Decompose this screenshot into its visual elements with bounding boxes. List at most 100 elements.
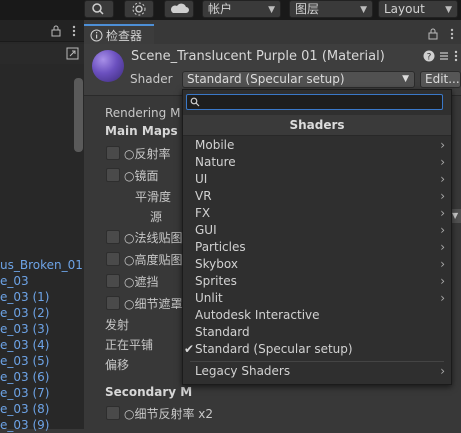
rendering-mode-label: Rendering M bbox=[105, 106, 181, 120]
hierarchy-item[interactable]: e_03 (9) bbox=[0, 417, 84, 433]
height-map-slot[interactable] bbox=[106, 252, 120, 266]
hierarchy-item[interactable]: e_03 (3) bbox=[0, 321, 84, 337]
menu-item-label: Legacy Shaders bbox=[195, 364, 291, 378]
menu-item[interactable]: Nature › bbox=[183, 154, 451, 171]
hierarchy-tabbar bbox=[0, 20, 84, 42]
smoothness-label: 平滑度 bbox=[135, 190, 172, 204]
svg-text:?: ? bbox=[427, 53, 432, 63]
menu-item-label: FX bbox=[195, 206, 211, 220]
hierarchy-item[interactable]: e_03 (4) bbox=[0, 337, 84, 353]
menu-item[interactable]: Legacy Shaders › bbox=[183, 363, 451, 380]
hierarchy-item[interactable]: e_03 (8) bbox=[0, 401, 84, 417]
lock-icon[interactable] bbox=[427, 28, 439, 40]
collab-button[interactable] bbox=[124, 0, 154, 18]
chevron-right-icon: › bbox=[440, 274, 445, 288]
lock-icon[interactable] bbox=[50, 25, 62, 37]
detail-albedo-slot[interactable] bbox=[106, 406, 120, 420]
normal-map-label: ○法线贴图 bbox=[124, 231, 183, 245]
height-map-label: ○高度贴图 bbox=[124, 253, 183, 267]
chevron-right-icon: › bbox=[440, 223, 445, 237]
edit-shader-button[interactable]: Edit... bbox=[420, 71, 461, 88]
chevron-down-icon: ▼ bbox=[268, 5, 275, 15]
chevron-right-icon: › bbox=[440, 155, 445, 169]
menu-separator bbox=[190, 361, 444, 362]
shader-search-input[interactable] bbox=[186, 94, 443, 110]
menu-item-label: Sprites bbox=[195, 274, 237, 288]
menu-item-label: Particles bbox=[195, 240, 246, 254]
search-icon bbox=[92, 3, 104, 15]
tab-inspector[interactable]: 检查器 bbox=[84, 24, 154, 44]
hierarchy-item[interactable]: e_03 (7) bbox=[0, 385, 84, 401]
normal-map-slot[interactable] bbox=[106, 230, 120, 244]
popup-title: Shaders bbox=[183, 115, 451, 136]
layers-label: 图层 bbox=[295, 2, 320, 16]
more-options-icon[interactable] bbox=[446, 28, 458, 40]
occlusion-label: ○遮挡 bbox=[124, 275, 159, 289]
menu-item[interactable]: Skybox › bbox=[183, 256, 451, 273]
more-options-icon[interactable] bbox=[452, 50, 461, 62]
source-label: 源 bbox=[150, 210, 163, 224]
layout-label: Layout bbox=[384, 2, 425, 16]
menu-item-label: Unlit bbox=[195, 291, 223, 305]
menu-item[interactable]: Mobile › bbox=[183, 137, 451, 154]
hierarchy-item[interactable]: e_03 (2) bbox=[0, 305, 84, 321]
menu-item[interactable]: Standard bbox=[183, 324, 451, 341]
menu-item-label: VR bbox=[195, 189, 212, 203]
menu-item[interactable]: Sprites › bbox=[183, 273, 451, 290]
menu-item-selected[interactable]: ✔ Standard (Specular setup) bbox=[183, 341, 451, 358]
layout-dropdown[interactable]: Layout ▼ bbox=[378, 0, 458, 18]
menu-item-label: UI bbox=[195, 172, 208, 186]
material-preview-icon bbox=[92, 50, 124, 82]
chevron-right-icon: › bbox=[440, 138, 445, 152]
specular-label: ○镜面 bbox=[124, 169, 159, 183]
more-options-icon[interactable] bbox=[68, 25, 80, 37]
hierarchy-scrollbar[interactable] bbox=[74, 78, 83, 152]
search-icon bbox=[190, 97, 200, 107]
expand-icon[interactable] bbox=[66, 47, 79, 60]
secondary-maps-heading: Secondary M bbox=[105, 385, 193, 399]
detail-albedo-label: ○细节反射率 x2 bbox=[124, 407, 214, 421]
search-button[interactable] bbox=[84, 0, 114, 18]
detail-mask-slot[interactable] bbox=[106, 296, 120, 310]
hierarchy-item[interactable]: us_Broken_01 bbox=[0, 257, 84, 273]
chevron-right-icon: › bbox=[440, 172, 445, 186]
preset-icon[interactable] bbox=[439, 50, 449, 62]
offset-label: 偏移 bbox=[105, 358, 130, 372]
occlusion-slot[interactable] bbox=[106, 274, 120, 288]
chevron-right-icon: › bbox=[440, 189, 445, 203]
material-title: Scene_Translucent Purple 01 (Material) bbox=[131, 49, 385, 64]
menu-item[interactable]: UI › bbox=[183, 171, 451, 188]
detail-mask-label: ○细节遮罩 bbox=[124, 297, 183, 311]
menu-item[interactable]: Autodesk Interactive bbox=[183, 307, 451, 324]
albedo-texture-slot[interactable] bbox=[106, 146, 120, 160]
source-dropdown[interactable]: ▼ bbox=[452, 209, 461, 223]
hierarchy-item[interactable]: e_03 (6) bbox=[0, 369, 84, 385]
menu-item-label: Mobile bbox=[195, 138, 235, 152]
chevron-down-icon: ▼ bbox=[445, 5, 452, 15]
hierarchy-item[interactable]: e_03 (5) bbox=[0, 353, 84, 369]
menu-item[interactable]: Unlit › bbox=[183, 290, 451, 307]
checkmark-icon: ✔ bbox=[184, 342, 195, 356]
hierarchy-item[interactable]: e_03 (1) bbox=[0, 289, 84, 305]
shader-label: Shader bbox=[130, 72, 173, 86]
specular-texture-slot[interactable] bbox=[106, 168, 120, 182]
chevron-right-icon: › bbox=[440, 291, 445, 305]
hierarchy-item[interactable]: e_03 bbox=[0, 273, 84, 289]
account-dropdown[interactable]: 帐户 ▼ bbox=[202, 0, 281, 18]
cloud-icon bbox=[170, 3, 189, 13]
shader-dropdown[interactable]: Standard (Specular setup) ▼ bbox=[182, 71, 415, 88]
menu-item[interactable]: GUI › bbox=[183, 222, 451, 239]
hierarchy-search-bar[interactable] bbox=[0, 44, 84, 64]
help-icon[interactable]: ? bbox=[423, 50, 435, 62]
collab-icon bbox=[132, 2, 146, 16]
menu-item-label: Autodesk Interactive bbox=[195, 308, 320, 322]
menu-item[interactable]: VR › bbox=[183, 188, 451, 205]
chevron-right-icon: › bbox=[440, 240, 445, 254]
layers-dropdown[interactable]: 图层 ▼ bbox=[289, 0, 373, 18]
info-icon bbox=[90, 29, 103, 42]
menu-item[interactable]: Particles › bbox=[183, 239, 451, 256]
menu-item-label: Skybox bbox=[195, 257, 238, 271]
shader-value: Standard (Specular setup) bbox=[187, 72, 345, 86]
cloud-button[interactable] bbox=[164, 0, 194, 18]
menu-item[interactable]: FX › bbox=[183, 205, 451, 222]
